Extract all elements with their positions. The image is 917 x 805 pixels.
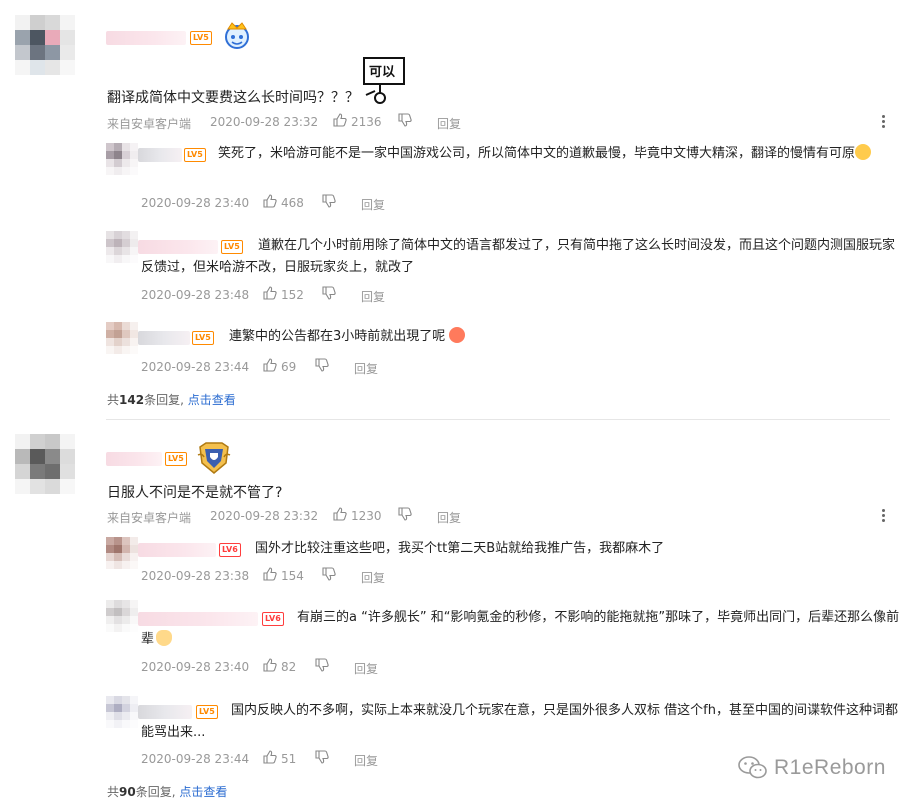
avatar[interactable] [15,15,75,75]
reply-avatar[interactable] [106,600,138,632]
comment-text: 翻译成简体中文要费这么长时间吗？？？ [107,90,359,106]
thread-divider [106,419,890,420]
reply-text: 有崩三的a “许多舰长” 和“影响氪金的秒修，不影响的能拖就拖”那味了，毕竟师出… [141,607,901,651]
thumb-down-icon[interactable] [322,194,336,208]
username[interactable] [106,31,186,45]
reply-button[interactable]: 回复 [361,196,385,213]
like-count: 468 [281,196,304,210]
like-count: 154 [281,569,304,583]
cat-emoji-icon [156,630,173,646]
reply-count: 90 [119,785,136,799]
reply-text-content: 国外才比较注重这些吧，我买个tt第二天B站就给我推广告，我都麻木了 [255,541,665,556]
like-count: 69 [281,360,297,374]
thumb-down-icon[interactable] [315,658,329,672]
comment-text: 日服人不问是不是就不管了? [107,485,283,501]
more-vertical-icon[interactable] [882,115,886,130]
reply-button[interactable]: 回复 [354,360,378,377]
thumb-up-icon[interactable] [333,507,347,521]
comment-source: 来自安卓客户端 [107,117,192,131]
reply-username[interactable] [138,331,190,345]
like-count: 152 [281,288,304,302]
reply-button[interactable]: 回复 [354,752,378,769]
wechat-icon [738,756,767,779]
reply-text: 国外才比较注重这些吧，我买个tt第二天B站就给我推广告，我都麻木了 [255,538,664,560]
reply-avatar[interactable] [106,696,138,728]
reply-button[interactable]: 回复 [437,509,461,526]
thumb-up-icon[interactable] [263,194,277,208]
reply-text-content: 連繁中的公告都在3小時前就出現了呢 [229,329,446,344]
reply-avatar[interactable] [106,322,138,354]
reply-button[interactable]: 回复 [354,660,378,677]
sticker: 可以 [360,55,410,105]
level-badge: LV5 [190,31,212,45]
thumb-up-icon[interactable] [333,113,347,127]
reply-text: 国内反映人的不多啊，实际上本来就没几个玩家在意，只是国外很多人双标 借这个fh，… [141,700,901,744]
reply-avatar[interactable] [106,537,138,569]
like-count: 51 [281,752,297,766]
thumb-down-icon[interactable] [398,507,412,521]
laughing-emoji-icon [855,144,872,160]
thumb-up-icon[interactable] [263,286,277,300]
more-vertical-icon[interactable] [882,509,886,524]
thumb-down-icon[interactable] [398,113,412,127]
count-suffix: 条回复, [135,785,176,799]
comment-time: 2020-09-28 23:32 [210,115,319,129]
reply-text: 笑死了，米哈游可能不是一家中国游戏公司，所以简体中文的道歉最慢，毕竟中文博大精深… [141,143,901,165]
thumb-up-icon[interactable] [263,658,277,672]
watermark: R1eReborn [738,753,886,783]
reply-count-summary: 共142条回复, 点击查看 [107,391,236,408]
like-count: 1230 [351,509,382,523]
reply-time: 2020-09-28 23:48 [141,288,250,302]
reply-time: 2020-09-28 23:44 [141,752,250,766]
avatar[interactable] [15,434,75,494]
reply-avatar[interactable] [106,143,138,175]
reply-button[interactable]: 回复 [361,569,385,586]
reply-time: 2020-09-28 23:40 [141,660,250,674]
thumb-down-icon[interactable] [315,358,329,372]
thumb-down-icon[interactable] [322,567,336,581]
reply-text-content: 国内反映人的不多啊，实际上本来就没几个玩家在意，只是国外很多人双标 借这个fh，… [141,703,898,740]
reply-text-content: 道歉在几个小时前用除了简体中文的语言都发过了，只有简中拖了这么长时间没发，而且这… [141,238,896,275]
crown-badge-icon [225,22,249,49]
reply-count: 142 [119,393,145,407]
comment-source: 来自安卓客户端 [107,511,192,525]
thumb-up-icon[interactable] [263,358,277,372]
reply-count-summary: 共90条回复, 点击查看 [107,783,227,800]
username[interactable] [106,452,162,466]
reply-avatar[interactable] [106,231,138,263]
reply-button[interactable]: 回复 [361,288,385,305]
reply-button[interactable]: 回复 [437,115,461,132]
view-replies-link[interactable]: 点击查看 [179,785,227,799]
thumb-up-icon[interactable] [263,567,277,581]
level-badge: LV6 [219,543,241,557]
thumb-down-icon[interactable] [315,750,329,764]
reply-text: 連繁中的公告都在3小時前就出現了呢 [229,326,466,348]
level-badge: LV5 [192,331,214,345]
reply-text-content: 笑死了，米哈游可能不是一家中国游戏公司，所以简体中文的道歉最慢，毕竟中文博大精深… [218,146,856,161]
reply-text: 道歉在几个小时前用除了简体中文的语言都发过了，只有简中拖了这么长时间没发，而且这… [141,235,901,279]
thumb-down-icon[interactable] [322,286,336,300]
reply-username[interactable] [138,543,216,557]
level-badge: LV5 [165,452,187,466]
reply-text-content: 有崩三的a “许多舰长” 和“影响氪金的秒修，不影响的能拖就拖”那味了，毕竟师出… [141,610,900,647]
sticker-text: 可以 [369,65,396,80]
shield-badge-icon [197,442,231,474]
reply-time: 2020-09-28 23:40 [141,196,250,210]
blushing-emoji-icon [449,327,466,343]
count-prefix: 共 [107,393,120,407]
watermark-text: R1eReborn [774,756,886,779]
reply-time: 2020-09-28 23:38 [141,569,250,583]
count-suffix: 条回复, [144,393,184,407]
count-prefix: 共 [107,785,120,799]
like-count: 82 [281,660,297,674]
like-count: 2136 [351,115,382,129]
reply-time: 2020-09-28 23:44 [141,360,250,374]
view-replies-link[interactable]: 点击查看 [188,393,236,407]
thumb-up-icon[interactable] [263,750,277,764]
comment-time: 2020-09-28 23:32 [210,509,319,523]
